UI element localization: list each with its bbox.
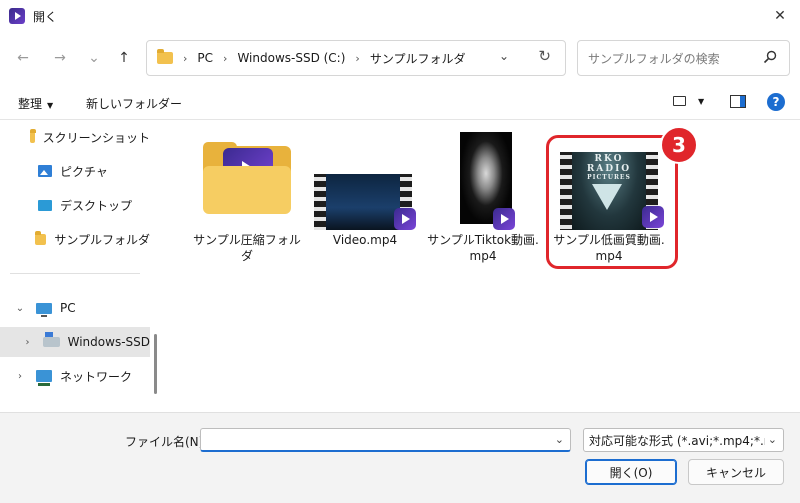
file-type-value: 対応可能な形式 (*.avi;*.mp4;*.m xyxy=(589,433,765,448)
dialog-footer: ファイル名(N): ⌄ 対応可能な形式 (*.avi;*.mp4;*.m ⌄ 開… xyxy=(0,412,800,503)
up-arrow-icon: ↑ xyxy=(118,50,130,66)
title-bar: 開く ✕ xyxy=(0,0,800,32)
chevron-right-icon[interactable]: › xyxy=(14,371,26,382)
folder-icon xyxy=(157,49,173,64)
help-icon[interactable]: ? xyxy=(767,93,785,111)
breadcrumb-separator: › xyxy=(223,51,228,65)
caret-down-icon: ▼ xyxy=(47,101,54,110)
sidebar-item-desktop[interactable]: デスクトップ xyxy=(0,190,150,220)
folder-icon xyxy=(35,230,47,245)
search-input[interactable]: サンプルフォルダの検索 xyxy=(588,50,720,67)
file-name: サンプルTiktok動画.mp4 xyxy=(427,233,539,263)
refresh-icon[interactable]: ↻ xyxy=(538,47,551,65)
view-options-caret-icon[interactable]: ▼ xyxy=(698,97,704,106)
navigation-bar: ← → ⌄ ↑ › PC › Windows-SSD (C:) › サンプルフォ… xyxy=(0,32,800,84)
sidebar-item-label: サンプルフォルダ xyxy=(54,232,150,247)
sidebar-item-label: ネットワーク xyxy=(60,369,133,384)
file-list: サンプル圧縮フォルダ Video.mp4 サンプルTiktok動画.mp4 RK xyxy=(166,120,800,412)
file-name: サンプル圧縮フォルダ xyxy=(193,233,301,263)
file-item-tiktok-video[interactable]: サンプルTiktok動画.mp4 xyxy=(423,120,543,264)
filename-field[interactable]: ⌄ xyxy=(200,428,571,452)
file-item-video[interactable]: Video.mp4 xyxy=(305,142,425,248)
open-button-label: 開く(O) xyxy=(609,465,653,480)
search-box[interactable]: サンプルフォルダの検索 xyxy=(577,40,790,76)
help-glyph: ? xyxy=(772,95,780,109)
desktop-icon xyxy=(38,199,52,211)
breadcrumb-pc[interactable]: PC xyxy=(197,51,213,65)
filename-label: ファイル名(N): xyxy=(125,435,208,449)
play-icon xyxy=(394,208,416,230)
file-name: Video.mp4 xyxy=(332,233,398,247)
chevron-down-icon[interactable]: ⌄ xyxy=(555,433,564,446)
sidebar-item-label: ピクチャ xyxy=(60,164,108,179)
search-icon[interactable] xyxy=(763,50,777,64)
address-bar[interactable]: › PC › Windows-SSD (C:) › サンプルフォルダ ⌄ ↻ xyxy=(146,40,566,76)
back-arrow-icon: ← xyxy=(17,50,29,66)
preview-pane-icon[interactable] xyxy=(730,95,746,108)
sidebar-item-pc[interactable]: ⌄ PC xyxy=(0,293,150,323)
chevron-down-icon[interactable]: ⌄ xyxy=(14,303,26,314)
cancel-button-label: キャンセル xyxy=(705,465,766,480)
drive-icon xyxy=(43,332,60,347)
play-icon xyxy=(493,208,515,230)
chevron-down-icon: ⌄ xyxy=(767,433,777,446)
organize-menu[interactable]: 整理 ▼ xyxy=(18,95,53,112)
sidebar-item-screenshots[interactable]: スクリーンショット xyxy=(0,122,150,152)
video-thumbnail xyxy=(423,120,543,232)
chevron-right-icon[interactable]: › xyxy=(22,337,33,348)
organize-label: 整理 xyxy=(18,97,43,111)
new-folder-label: 新しいフォルダー xyxy=(86,97,183,111)
window-title: 開く xyxy=(33,9,58,24)
file-type-select[interactable]: 対応可能な形式 (*.avi;*.mp4;*.m ⌄ xyxy=(583,428,784,452)
recent-locations-button[interactable]: ⌄ xyxy=(84,48,104,68)
chevron-down-icon: ⌄ xyxy=(88,50,100,66)
breadcrumb-drive[interactable]: Windows-SSD (C:) xyxy=(237,51,345,65)
breadcrumb-separator: › xyxy=(355,51,360,65)
step-number-badge: 3 xyxy=(660,126,698,164)
navigation-pane: スクリーンショット ピクチャ デスクトップ サンプルフォルダ ⌄ PC › Wi… xyxy=(0,120,158,412)
sidebar-item-label: デスクトップ xyxy=(60,198,133,213)
file-item-compressed-folder[interactable]: サンプル圧縮フォルダ xyxy=(187,142,307,264)
sidebar-item-sample-folder[interactable]: サンプルフォルダ xyxy=(0,224,150,254)
sidebar-divider xyxy=(10,273,140,274)
sidebar-item-label: Windows-SSD xyxy=(67,335,150,349)
address-history-dropdown[interactable]: ⌄ xyxy=(499,49,509,63)
network-icon xyxy=(36,370,52,386)
close-icon: ✕ xyxy=(774,8,786,24)
sidebar-item-label: PC xyxy=(60,301,76,315)
pc-icon xyxy=(36,302,52,317)
close-button[interactable]: ✕ xyxy=(768,4,792,28)
highlight-frame xyxy=(546,135,678,269)
app-icon xyxy=(9,8,25,24)
forward-arrow-icon: → xyxy=(54,50,66,66)
forward-button[interactable]: → xyxy=(50,48,70,68)
sidebar-item-pictures[interactable]: ピクチャ xyxy=(0,156,150,186)
breadcrumb-separator: › xyxy=(183,51,188,65)
new-folder-button[interactable]: 新しいフォルダー xyxy=(86,95,182,112)
view-mode-icon[interactable] xyxy=(673,96,686,106)
back-button[interactable]: ← xyxy=(13,48,33,68)
cancel-button[interactable]: キャンセル xyxy=(688,459,784,485)
folder-icon xyxy=(29,128,36,143)
sidebar-scrollbar[interactable] xyxy=(154,334,157,394)
sidebar-item-network[interactable]: › ネットワーク xyxy=(0,361,150,391)
sidebar-item-label: スクリーンショット xyxy=(42,130,150,145)
sidebar-item-windows-ssd[interactable]: › Windows-SSD xyxy=(0,327,150,357)
folder-thumbnail xyxy=(203,142,291,218)
breadcrumb-folder[interactable]: サンプルフォルダ xyxy=(370,50,466,67)
open-button[interactable]: 開く(O) xyxy=(585,459,677,485)
video-thumbnail xyxy=(310,142,420,232)
pictures-icon xyxy=(38,165,52,177)
command-bar: 整理 ▼ 新しいフォルダー ▼ ? xyxy=(0,84,800,120)
up-button[interactable]: ↑ xyxy=(114,48,134,68)
